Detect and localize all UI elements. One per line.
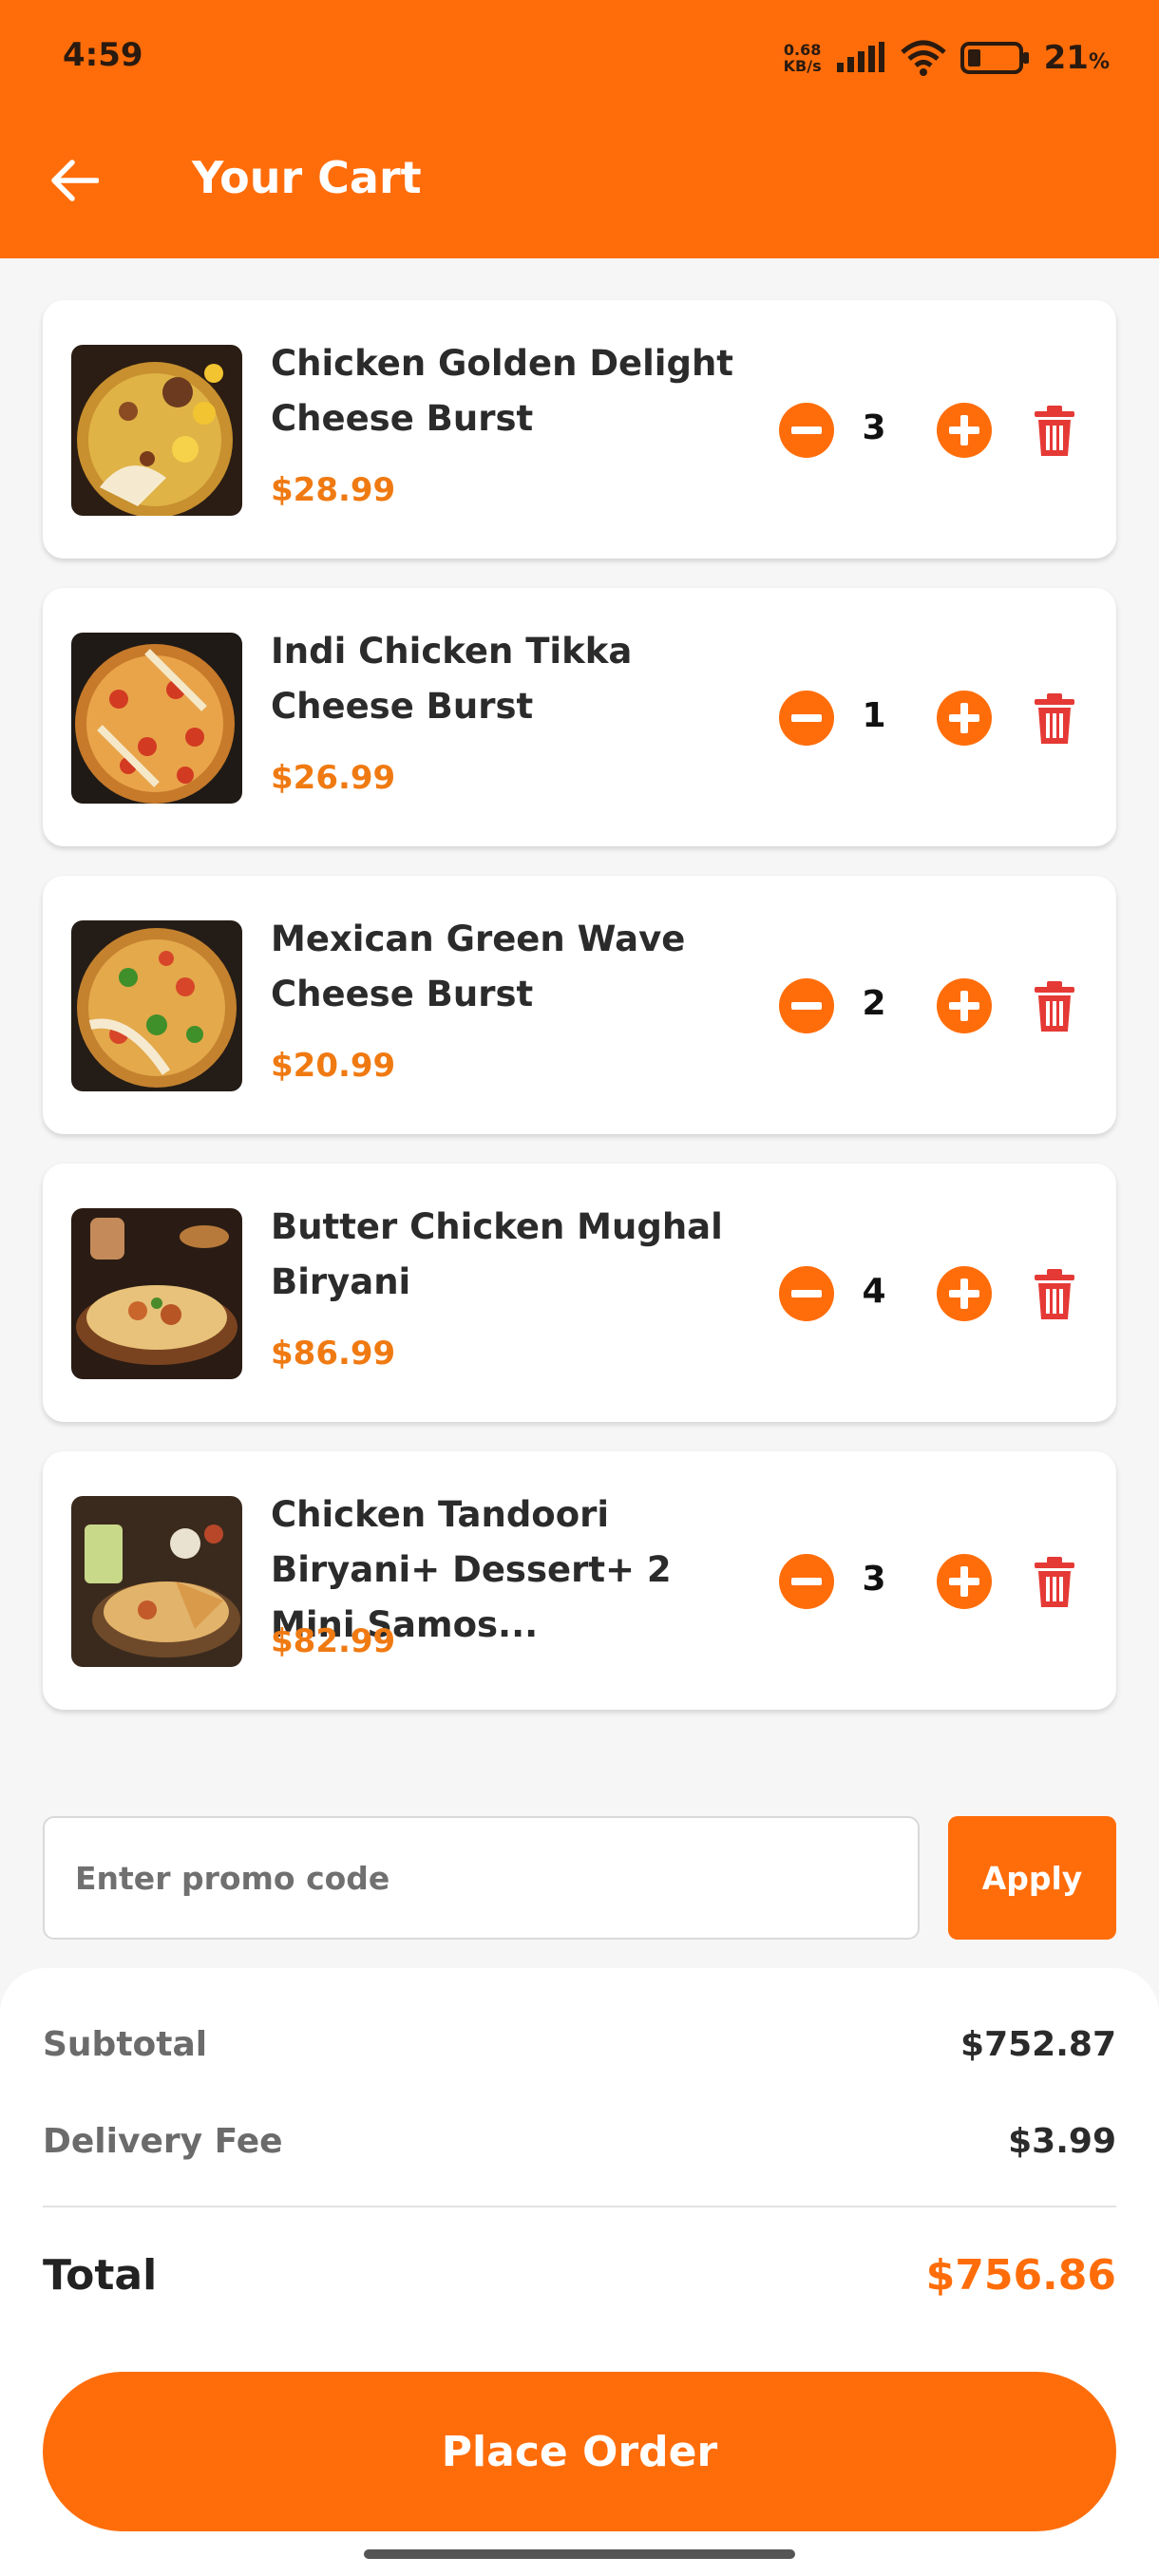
item-quantity: 3 <box>862 1560 886 1599</box>
item-name: Butter Chicken Mughal Biryani <box>271 1206 723 1302</box>
trash-icon[interactable] <box>1031 980 1078 1033</box>
item-image[interactable] <box>71 633 242 804</box>
subtotal-label: Subtotal <box>43 2025 208 2064</box>
cart-item-card: Mexican Green Wave Cheese Burst $20.99 2 <box>43 876 1116 1134</box>
place-order-button[interactable]: Place Order <box>43 2372 1116 2531</box>
total-value: $756.86 <box>925 2251 1116 2300</box>
page-title: Your Cart <box>192 152 422 203</box>
delivery-fee-value: $3.99 <box>1008 2122 1116 2161</box>
item-name: Chicken Golden Delight Cheese Burst <box>271 343 733 439</box>
decrease-quantity-button[interactable] <box>779 1266 834 1321</box>
status-time: 4:59 <box>63 36 143 74</box>
increase-quantity-button[interactable] <box>937 1266 992 1321</box>
item-price: $26.99 <box>271 759 396 797</box>
battery-icon <box>960 42 1029 74</box>
item-image[interactable] <box>71 1496 242 1667</box>
item-image[interactable] <box>71 1208 242 1379</box>
increase-quantity-button[interactable] <box>937 978 992 1033</box>
item-quantity: 2 <box>862 984 886 1023</box>
status-bar: 4:59 0.68 KB/s 21% <box>0 0 1159 119</box>
apply-promo-button[interactable]: Apply <box>948 1816 1116 1940</box>
item-quantity: 1 <box>862 696 886 735</box>
summary-divider <box>43 2206 1116 2207</box>
decrease-quantity-button[interactable] <box>779 403 834 458</box>
increase-quantity-button[interactable] <box>937 403 992 458</box>
item-name: Mexican Green Wave Cheese Burst <box>271 919 686 1014</box>
network-speed: 0.68 KB/s <box>784 42 822 74</box>
cart-item-card: Butter Chicken Mughal Biryani $86.99 4 <box>43 1164 1116 1422</box>
arrow-left-icon <box>51 160 99 201</box>
subtotal-value: $752.87 <box>960 2025 1116 2064</box>
status-icons: 0.68 KB/s 21% <box>784 34 1110 82</box>
decrease-quantity-button[interactable] <box>779 1554 834 1609</box>
item-name: Indi Chicken Tikka Cheese Burst <box>271 631 633 727</box>
increase-quantity-button[interactable] <box>937 691 992 746</box>
app-header: 4:59 0.68 KB/s 21% Your Cart <box>0 0 1159 258</box>
item-price: $86.99 <box>271 1335 396 1373</box>
item-quantity: 4 <box>862 1272 886 1311</box>
battery-percent: 21% <box>1043 39 1110 77</box>
trash-icon[interactable] <box>1031 1556 1078 1609</box>
item-price: $28.99 <box>271 471 396 509</box>
total-label: Total <box>43 2251 158 2300</box>
increase-quantity-button[interactable] <box>937 1554 992 1609</box>
item-image[interactable] <box>71 345 242 516</box>
signal-icon <box>836 42 884 72</box>
order-summary: Subtotal $752.87 Delivery Fee $3.99 Tota… <box>0 1968 1159 2576</box>
promo-code-input[interactable] <box>43 1816 920 1940</box>
trash-icon[interactable] <box>1031 405 1078 458</box>
back-button[interactable] <box>44 150 104 211</box>
cart-item-card: Chicken Tandoori Biryani+ Dessert+ 2 Min… <box>43 1451 1116 1710</box>
home-indicator[interactable] <box>364 2549 795 2559</box>
item-image[interactable] <box>71 920 242 1091</box>
item-quantity: 3 <box>862 408 886 447</box>
trash-icon[interactable] <box>1031 692 1078 746</box>
decrease-quantity-button[interactable] <box>779 978 834 1033</box>
item-price: $20.99 <box>271 1047 396 1085</box>
network-speed-value: 0.68 <box>783 41 822 59</box>
cart-item-card: Chicken Golden Delight Cheese Burst $28.… <box>43 300 1116 559</box>
decrease-quantity-button[interactable] <box>779 691 834 746</box>
delivery-fee-label: Delivery Fee <box>43 2122 283 2161</box>
item-price: $82.99 <box>271 1622 396 1660</box>
network-speed-unit: KB/s <box>783 57 822 75</box>
cart-item-card: Indi Chicken Tikka Cheese Burst $26.99 1 <box>43 588 1116 846</box>
trash-icon[interactable] <box>1031 1268 1078 1321</box>
wifi-icon <box>900 40 946 76</box>
